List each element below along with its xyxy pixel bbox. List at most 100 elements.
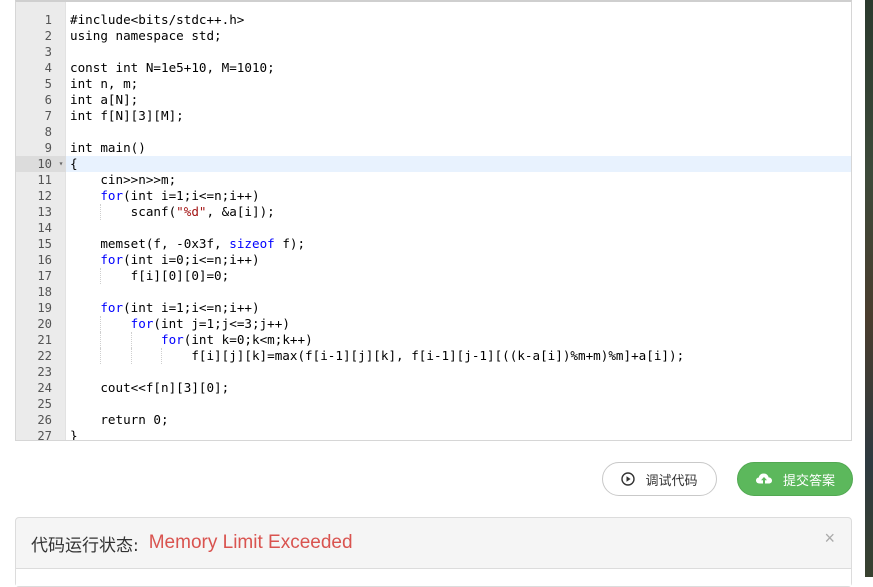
code-token: f[i][0][0]=0; [70,268,230,283]
code-line[interactable]: 18 [16,284,851,300]
line-number: 15 [37,237,52,251]
code-token: #include<bits/stdc++.h> [70,12,245,27]
code-line[interactable]: 27} [16,428,851,441]
code-line[interactable]: 23 [16,364,851,380]
line-number: 20 [37,317,52,331]
line-number: 1 [44,13,52,27]
line-number: 24 [37,381,52,395]
code-line[interactable]: 19 for(int i=1;i<=n;i++) [16,300,851,316]
code-line[interactable]: 20 for(int j=1;j<=3;j++) [16,316,851,332]
code-line[interactable]: 7 int f[N][3][M]; [16,108,851,124]
code-line[interactable]: 12 for(int i=1;i<=n;i++) [16,188,851,204]
line-code: memset(f, -0x3f, sizeof f); [70,236,305,252]
code-line[interactable]: 6 int a[N]; [16,92,851,108]
code-line[interactable]: 25 [16,396,851,412]
code-line[interactable]: 9 int main() [16,140,851,156]
code-token: (int i=1;i<=n;i++) [123,188,260,203]
code-line[interactable]: 16 for(int i=0;i<=n;i++) [16,252,851,268]
line-code: f[i][j][k]=max(f[i-1][j][k], f[i-1][j-1]… [70,348,684,364]
line-number: 21 [37,333,52,347]
code-token: int n, m; [70,76,139,91]
code-token: cin>>n>>m; [70,172,177,187]
debug-code-button[interactable]: 调试代码 [602,462,717,496]
line-number: 12 [37,189,52,203]
line-code: for(int i=1;i<=n;i++) [70,300,259,316]
line-code: for(int i=1;i<=n;i++) [70,188,260,204]
line-code: int a[N]; [70,92,138,108]
code-token: int main() [70,140,146,155]
code-line[interactable]: 10 ▾{ [16,156,851,172]
code-line[interactable]: 13 scanf("%d", &a[i]); [16,204,851,220]
line-code: cin>>n>>m; [70,172,176,188]
code-line[interactable]: 8 [16,124,851,140]
code-token: (int k=0;k<m;k++) [183,332,313,347]
code-line[interactable]: 17 f[i][0][0]=0; [16,268,851,284]
line-number: 22 [37,349,52,363]
line-code: for(int i=0;i<=n;i++) [70,252,259,268]
code-line[interactable]: 22 f[i][j][k]=max(f[i-1][j][k], f[i-1][j… [16,348,851,364]
code-line[interactable]: 24 cout<<f[n][3][0]; [16,380,851,396]
line-number: 14 [37,221,52,235]
line-number: 7 [44,109,52,123]
keyword-token: for [100,252,124,267]
code-token: int a[N]; [70,92,139,107]
code-line[interactable]: 5 int n, m; [16,76,851,92]
code-line[interactable]: 4 const int N=1e5+10, M=1010; [16,60,851,76]
play-circle-icon [621,472,636,486]
code-editor[interactable]: 1 #include<bits/stdc++.h> 2 using namespace… [15,0,852,441]
line-code: const int N=1e5+10, M=1010; [70,60,275,76]
line-number: 4 [44,61,52,75]
line-code: return 0; [70,412,169,428]
code-token: (int j=1;j<=3;j++) [153,316,290,331]
line-number: 13 [37,205,52,219]
code-line[interactable]: 11 cin>>n>>m; [16,172,851,188]
code-token: f[i][j][k]=max(f[i-1][j][k], f[i-1][j-1]… [70,348,685,363]
code-line[interactable]: 14 [16,220,851,236]
line-number: 9 [44,141,52,155]
code-token: { [70,156,78,171]
code-token: f); [274,236,306,251]
code-line[interactable]: 2 using namespace std; [16,28,851,44]
line-code: for(int k=0;k<m;k++) [70,332,313,348]
run-status-header: 代码运行状态: Memory Limit Exceeded [16,518,851,569]
line-code: f[i][0][0]=0; [70,268,230,284]
line-code: scanf("%d", &a[i]); [70,204,275,220]
line-number: 18 [37,285,52,299]
line-number: 8 [44,125,52,139]
code-token: , &a[i]); [206,204,275,219]
keyword-token: for [100,188,124,203]
submit-answer-button[interactable]: 提交答案 [737,462,853,496]
fold-arrow-icon[interactable]: ▾ [56,156,66,172]
line-number: 25 [37,397,52,411]
code-line[interactable]: 3 [16,44,851,60]
line-number: 11 [37,173,52,187]
keyword-token: for [130,316,154,331]
line-code: int main() [70,140,146,156]
code-line[interactable]: 26 return 0; [16,412,851,428]
code-line[interactable]: 15 memset(f, -0x3f, sizeof f); [16,236,851,252]
line-number: 19 [37,301,52,315]
keyword-token: sizeof [229,236,275,251]
keyword-token: for [161,332,184,347]
line-code: int n, m; [70,76,138,92]
line-number: 16 [37,253,52,267]
code-token: return 0; [70,412,169,427]
background-strip [865,0,873,577]
cloud-upload-icon [755,472,773,486]
run-status-label: 代码运行状态: [31,535,139,556]
line-number: 27 [37,429,52,441]
line-code: #include<bits/stdc++.h> [70,12,244,28]
code-token: memset(f, -0x3f, [70,236,230,251]
code-line[interactable]: 1 #include<bits/stdc++.h> [16,12,851,28]
code-lines[interactable]: 1 #include<bits/stdc++.h> 2 using namespace… [16,12,851,441]
line-code: { [70,156,78,172]
close-icon[interactable]: × [824,528,835,549]
code-line[interactable]: 21 for(int k=0;k<m;k++) [16,332,851,348]
line-code: cout<<f[n][3][0]; [70,380,229,396]
line-number: 23 [37,365,52,379]
